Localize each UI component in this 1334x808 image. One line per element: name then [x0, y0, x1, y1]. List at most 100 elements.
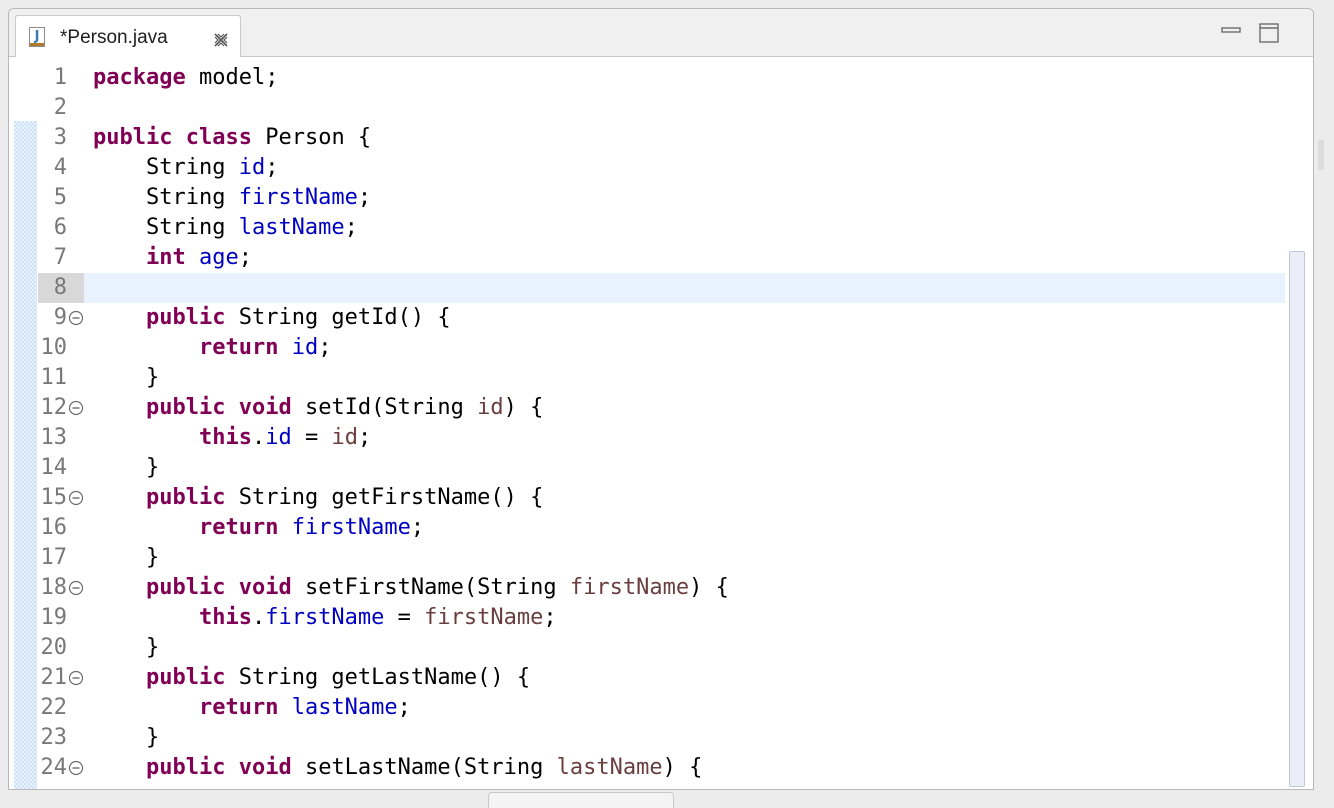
line-number: 15 — [40, 485, 68, 510]
code-token-kw: this — [198, 425, 252, 450]
java-file-icon: J — [29, 27, 45, 47]
code-line[interactable]: 10 return id; — [9, 333, 1285, 363]
code-token-plain: = — [291, 425, 332, 450]
close-icon[interactable] — [212, 31, 230, 49]
code-text: } — [93, 365, 159, 391]
code-editor[interactable]: 1 package model; 2 3 public class Person {4 … — [9, 57, 1313, 789]
code-text: String lastName; — [93, 215, 358, 241]
code-line[interactable]: 11 } — [9, 363, 1285, 393]
bottom-panel-tab[interactable] — [488, 792, 674, 808]
code-token-plain: = — [384, 605, 425, 630]
collapse-fold-icon[interactable] — [68, 310, 84, 326]
overview-ruler-mark — [1318, 140, 1324, 170]
code-line[interactable]: 2 — [9, 93, 1285, 123]
code-line[interactable]: 3 public class Person { — [9, 123, 1285, 153]
collapse-fold-icon[interactable] — [68, 580, 84, 596]
line-number: 12 — [40, 395, 68, 420]
collapse-fold-icon[interactable] — [68, 670, 84, 686]
line-number: 22 — [40, 695, 68, 720]
code-token-kw: this — [198, 605, 252, 630]
maximize-icon[interactable] — [1259, 23, 1279, 43]
code-line[interactable]: 17 } — [9, 543, 1285, 573]
code-token-plain: ; — [543, 605, 557, 630]
line-number: 21 — [40, 665, 68, 690]
code-token-field: id — [238, 155, 266, 180]
code-line[interactable]: 16 return firstName; — [9, 513, 1285, 543]
code-line[interactable]: 5 String firstName; — [9, 183, 1285, 213]
code-token-kw: void — [238, 755, 292, 780]
collapse-fold-icon[interactable] — [68, 400, 84, 416]
code-token-plain: ; — [265, 155, 279, 180]
code-token-kw: void — [238, 575, 292, 600]
code-line[interactable]: 13 this.id = id; — [9, 423, 1285, 453]
code-token-kw: public — [145, 575, 226, 600]
code-token-kw: public — [93, 125, 173, 150]
code-line[interactable]: 15 public String getFirstName() { — [9, 483, 1285, 513]
code-line[interactable]: 24 public void setLastName(String lastNa… — [9, 753, 1285, 783]
editor-tab-bar: J *Person.java — [9, 9, 1313, 58]
code-line[interactable]: 9 public String getId() { — [9, 303, 1285, 333]
code-token-plain: String — [93, 155, 239, 180]
code-token-plain: model; — [185, 65, 279, 90]
code-line[interactable]: 20 } — [9, 633, 1285, 663]
code-token-plain: ; — [410, 515, 425, 540]
code-line[interactable]: 12 public void setId(String id) { — [9, 393, 1285, 423]
code-token-kw: public — [145, 485, 226, 510]
code-line[interactable]: 14 } — [9, 453, 1285, 483]
code-line[interactable]: 7 int age; — [9, 243, 1285, 273]
code-text: public void setLastName(String lastName)… — [93, 755, 702, 781]
line-number: 2 — [53, 95, 67, 120]
collapse-fold-icon[interactable] — [68, 490, 84, 506]
code-token-kw: int — [145, 245, 186, 270]
code-token-plain: ) { — [689, 575, 729, 600]
line-number: 18 — [40, 575, 68, 600]
code-token-plain: } — [93, 725, 160, 750]
code-token-plain: String getId() { — [225, 305, 451, 330]
code-token-plain: setFirstName(String — [291, 575, 570, 600]
code-line[interactable]: 1 package model; — [9, 63, 1285, 93]
code-token-kw: public — [145, 755, 226, 780]
code-text: } — [93, 635, 159, 661]
code-token-kw: public — [145, 305, 226, 330]
vertical-scrollbar[interactable] — [1289, 251, 1305, 787]
line-number: 17 — [40, 545, 68, 570]
code-text: } — [93, 545, 159, 571]
code-line[interactable]: 6 String lastName; — [9, 213, 1285, 243]
code-token-plain: ; — [344, 215, 358, 240]
code-text: } — [93, 455, 159, 481]
code-token-plain: setLastName(String — [291, 755, 557, 780]
line-number: 19 — [40, 605, 68, 630]
line-number: 5 — [53, 185, 67, 210]
code-text: public String getLastName() { — [93, 665, 530, 691]
code-token-plain: setId(String — [291, 395, 478, 420]
code-token-field: lastName — [291, 695, 398, 720]
code-line[interactable]: 4 String id; — [9, 153, 1285, 183]
code-line[interactable]: 23 } — [9, 723, 1285, 753]
code-line[interactable]: 18 public void setFirstName(String first… — [9, 573, 1285, 603]
code-text: this.firstName = firstName; — [93, 605, 557, 631]
line-number: 24 — [40, 755, 68, 780]
code-text: return lastName; — [93, 695, 411, 721]
code-text: String id; — [93, 155, 278, 181]
code-token-plain: String getLastName() { — [225, 665, 531, 690]
line-number: 20 — [40, 635, 68, 660]
code-line[interactable]: 21 public String getLastName() { — [9, 663, 1285, 693]
code-line[interactable]: 22 return lastName; — [9, 693, 1285, 723]
code-line[interactable]: 8 — [9, 273, 1285, 303]
code-token-kw: public — [145, 395, 226, 420]
collapse-fold-icon[interactable] — [68, 760, 84, 776]
code-line[interactable]: 19 this.firstName = firstName; — [9, 603, 1285, 633]
tab-person-java[interactable]: J *Person.java — [15, 15, 241, 58]
line-number: 10 — [40, 335, 68, 360]
minimize-icon[interactable] — [1221, 23, 1241, 37]
code-text: public void setFirstName(String firstNam… — [93, 575, 729, 601]
code-token-plain: ; — [318, 335, 332, 360]
